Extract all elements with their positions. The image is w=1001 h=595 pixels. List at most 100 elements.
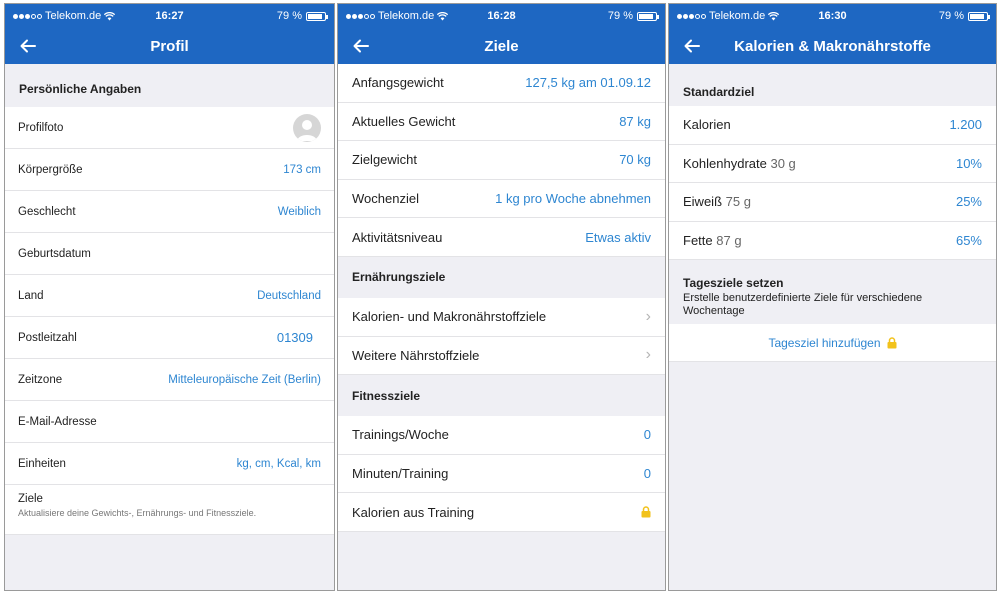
row-label: Land: [18, 289, 44, 302]
add-daily-goal-label: Tagesziel hinzufügen: [768, 335, 881, 350]
daily-goals-description: Erstelle benutzerdefinierte Ziele für ve…: [683, 292, 923, 318]
height-row[interactable]: Körpergröße 173 cm: [5, 149, 334, 191]
battery-icon: [637, 11, 659, 21]
row-label: Kalorien: [683, 117, 731, 133]
row-label: E-Mail-Adresse: [18, 415, 97, 428]
row-label: Zeitzone: [18, 373, 63, 386]
timezone-row[interactable]: Zeitzone Mitteleuropäische Zeit (Berlin): [5, 359, 334, 401]
lock-icon: [887, 337, 897, 349]
row-label: Anfangsgewicht: [352, 75, 444, 91]
row-label: Körpergröße: [18, 163, 83, 176]
gender-row[interactable]: Geschlecht Weiblich: [5, 191, 334, 233]
row-label: Fette: [683, 233, 713, 249]
page-title: Profil: [150, 38, 189, 55]
row-label: Einheiten: [18, 457, 66, 470]
current-weight-row[interactable]: Aktuelles Gewicht 87 kg: [338, 102, 665, 142]
section-header-personal: Persönliche Angaben: [19, 81, 142, 96]
row-label: Profilfoto: [18, 121, 64, 134]
row-label: Kalorien aus Training: [352, 504, 475, 520]
avatar[interactable]: [293, 113, 321, 142]
row-label: Zielgewicht: [352, 152, 418, 168]
page-title: Ziele: [484, 38, 519, 55]
row-value: 1 kg pro Woche abnehmen: [495, 191, 651, 207]
row-label: Geburtsdatum: [18, 247, 91, 260]
nav-bar: Ziele: [338, 28, 665, 64]
birthdate-row[interactable]: Geburtsdatum: [5, 233, 334, 275]
battery-info: 79 %: [938, 10, 990, 22]
exercise-calories-row[interactable]: Kalorien aus Training: [338, 493, 665, 532]
battery-percent: 79 %: [607, 10, 633, 22]
row-grams: 87 g: [716, 233, 742, 249]
row-value: Etwas aktiv: [585, 229, 651, 245]
row-label-group: Kohlenhydrate 30 g: [683, 156, 796, 171]
daily-goals-title: Tagesziele setzen: [683, 276, 784, 291]
row-label: Aktuelles Gewicht: [352, 113, 456, 129]
row-label: Postleitzahl: [18, 331, 77, 344]
row-label-group: Eiweiß 75 g: [683, 194, 751, 209]
battery-icon: [968, 11, 990, 21]
row-grams: 30 g: [770, 155, 796, 171]
row-value: 70 kg: [619, 152, 651, 168]
nav-bar: Kalorien & Makronährstoffe: [669, 28, 996, 64]
battery-percent: 79 %: [276, 10, 302, 22]
row-value: 65%: [955, 233, 982, 249]
row-label: Wochenziel: [352, 191, 419, 207]
section-header-default-goal: Standardziel: [683, 85, 755, 99]
lock-icon: [641, 506, 651, 518]
target-weight-row[interactable]: Zielgewicht 70 kg: [338, 141, 665, 180]
zipcode-row[interactable]: Postleitzahl 01309: [5, 317, 334, 359]
carbs-row[interactable]: Kohlenhydrate 30 g 10%: [669, 144, 996, 184]
weekly-goal-row[interactable]: Wochenziel 1 kg pro Woche abnehmen: [338, 179, 665, 219]
battery-info: 79 %: [276, 10, 328, 22]
calories-macros-goals-row[interactable]: Kalorien- und Makronährstoffziele ›: [338, 297, 665, 337]
row-value: Weiblich: [277, 205, 321, 218]
email-row[interactable]: E-Mail-Adresse: [5, 401, 334, 443]
goals-screen: Telekom.de 16:28 79 % Ziele Anfangsgewic…: [337, 3, 666, 591]
row-value: 1.200: [949, 117, 982, 133]
chevron-right-icon: ›: [645, 346, 651, 364]
row-label-group: Fette 87 g: [683, 233, 742, 248]
row-label: Geschlecht: [18, 205, 76, 218]
calories-macros-screen: Telekom.de 16:30 79 % Kalorien & Makronä…: [668, 3, 997, 591]
minutes-per-workout-row[interactable]: Minuten/Training 0: [338, 454, 665, 494]
row-value: 0: [643, 427, 651, 443]
row-value: 87 kg: [619, 113, 651, 129]
status-bar: Telekom.de 16:28 79 %: [338, 4, 665, 28]
row-value: Mitteleuropäische Zeit (Berlin): [168, 373, 321, 386]
country-row[interactable]: Land Deutschland: [5, 275, 334, 317]
row-value: 10%: [955, 155, 982, 171]
row-value: 01309: [276, 330, 313, 345]
row-label: Minuten/Training: [352, 466, 449, 482]
start-weight-row[interactable]: Anfangsgewicht 127,5 kg am 01.09.12: [338, 64, 665, 103]
row-subtitle: Aktualisiere deine Gewichts-, Ernährungs…: [18, 508, 257, 518]
daily-goals-section: Tagesziele setzen Erstelle benutzerdefin…: [669, 260, 996, 324]
profile-screen: Telekom.de 16:27 79 % Profil Persönliche…: [4, 3, 335, 591]
row-value: 127,5 kg am 01.09.12: [525, 75, 651, 91]
other-nutrients-goals-row[interactable]: Weitere Nährstoffziele ›: [338, 336, 665, 376]
fat-row[interactable]: Fette 87 g 65%: [669, 221, 996, 261]
row-value: 25%: [955, 194, 982, 210]
row-label: Eiweiß: [683, 194, 723, 210]
battery-percent: 79 %: [938, 10, 964, 22]
activity-level-row[interactable]: Aktivitätsniveau Etwas aktiv: [338, 218, 665, 257]
row-value: 173 cm: [283, 163, 321, 176]
chevron-right-icon: ›: [645, 307, 651, 325]
battery-icon: [306, 11, 328, 21]
calories-row[interactable]: Kalorien 1.200: [669, 106, 996, 145]
row-value: Deutschland: [257, 289, 321, 302]
row-value: kg, cm, Kcal, km: [236, 457, 321, 470]
section-header-fitness: Fitnessziele: [352, 388, 421, 403]
units-row[interactable]: Einheiten kg, cm, Kcal, km: [5, 443, 334, 485]
profile-photo-row[interactable]: Profilfoto: [5, 107, 334, 149]
page-title: Kalorien & Makronährstoffe: [734, 38, 931, 55]
section-header-nutrition: Ernährungsziele: [352, 270, 446, 285]
row-label: Kohlenhydrate: [683, 155, 767, 171]
add-daily-goal-button[interactable]: Tagesziel hinzufügen: [669, 324, 996, 363]
row-label: Kalorien- und Makronährstoffziele: [352, 309, 547, 325]
protein-row[interactable]: Eiweiß 75 g 25%: [669, 183, 996, 222]
row-label: Weitere Nährstoffziele: [352, 347, 480, 363]
row-label: Aktivitätsniveau: [352, 229, 443, 245]
workouts-per-week-row[interactable]: Trainings/Woche 0: [338, 416, 665, 455]
status-bar: Telekom.de 16:30 79 %: [669, 4, 996, 28]
goals-row[interactable]: Ziele Aktualisiere deine Gewichts-, Ernä…: [5, 485, 334, 535]
